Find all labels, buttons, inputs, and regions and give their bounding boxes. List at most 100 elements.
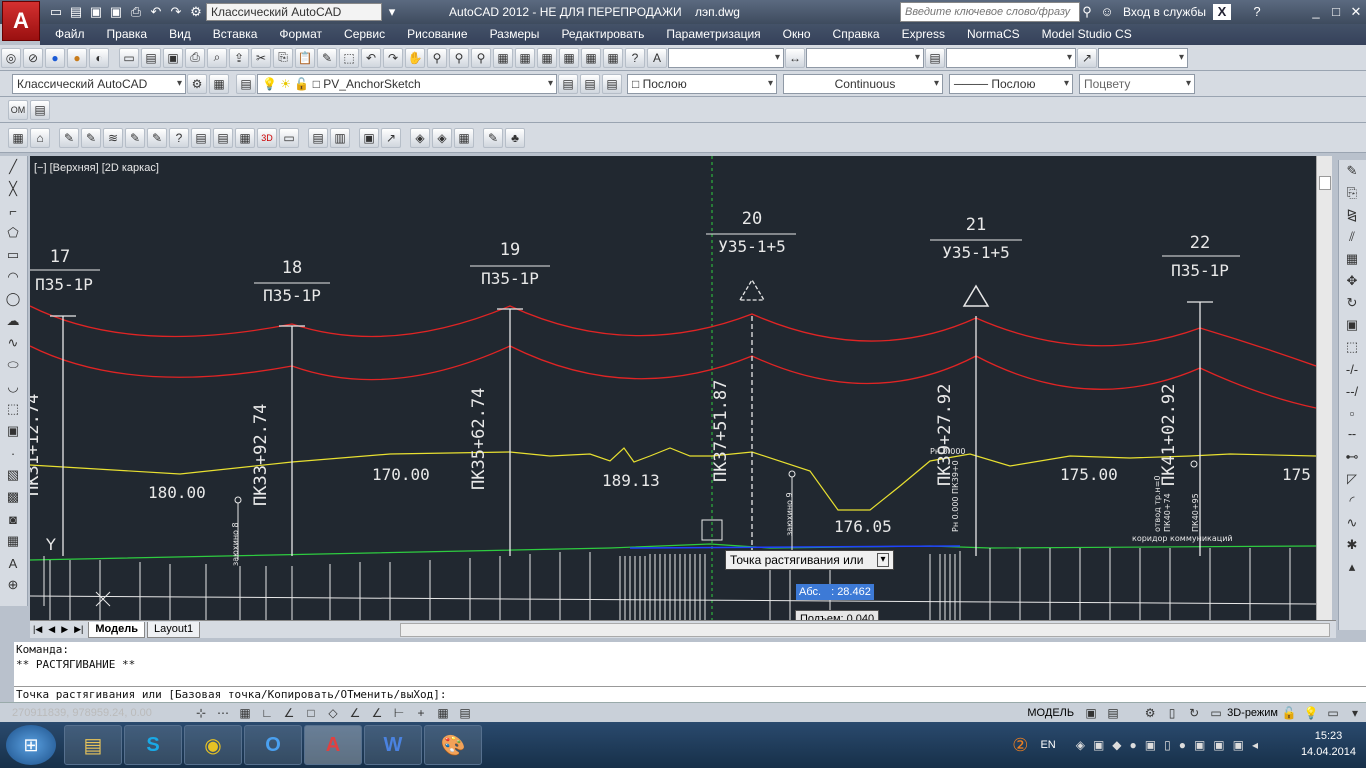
layer-combo[interactable]: 💡 ☀ 🔓 □ PV_AnchorSketch [257, 73, 557, 94]
dim-style-icon[interactable]: ↔ [785, 47, 805, 68]
markup-icon[interactable]: ▦ [581, 47, 601, 68]
extend-icon[interactable]: --/ [1342, 382, 1362, 400]
polygon-icon[interactable]: ⬠ [3, 224, 23, 242]
start-button[interactable]: ⊞ [6, 725, 56, 765]
otrack-icon[interactable]: ∠ [345, 703, 365, 723]
autocad-icon[interactable]: A [304, 725, 362, 765]
menu-file[interactable]: Файл [44, 24, 96, 45]
ms-cubes-icon[interactable]: ◈ [432, 127, 452, 148]
absolute-input[interactable]: Абс. : 28.462 [796, 584, 874, 600]
ms-grid2-icon[interactable]: ▦ [235, 127, 255, 148]
ms-edit-icon[interactable]: ✎ [125, 127, 145, 148]
no-entry-icon[interactable]: ⊘ [23, 47, 43, 68]
ms-profile-icon[interactable]: ✎ [59, 127, 79, 148]
qnew-icon[interactable]: ▭ [119, 47, 139, 68]
menu-help[interactable]: Справка [822, 24, 891, 45]
plot-icon[interactable]: ⎙ [185, 47, 205, 68]
snap-icon[interactable]: ⋯ [213, 703, 233, 723]
dyn-icon[interactable]: ⊢ [389, 703, 409, 723]
quickcalc-icon[interactable]: ▦ [603, 47, 623, 68]
save-as-icon[interactable]: ▣ [107, 4, 125, 20]
tab-next-icon[interactable]: ▶ [61, 624, 68, 635]
viewport-controls[interactable]: [−] [Верхняя] [2D каркас] [34, 162, 159, 174]
text-style-icon[interactable]: A [647, 47, 667, 68]
drawing-canvas[interactable]: 17 18 19 20 21 22 П35-1Р П35-1Р П35-1Р У… [30, 156, 1316, 620]
redo-icon[interactable]: ↷ [167, 4, 185, 20]
array-icon[interactable]: ▦ [1342, 250, 1362, 268]
insert-block-icon[interactable]: ⬚ [3, 400, 23, 418]
workspace-gear-icon[interactable]: ⚙ [187, 4, 205, 20]
mirror-icon[interactable]: ⧎ [1342, 206, 1362, 224]
ms-3d-icon[interactable]: 3D [257, 127, 277, 148]
skype-icon[interactable]: S [124, 725, 182, 765]
grid-icon[interactable]: ▦ [235, 703, 255, 723]
chamfer-icon[interactable]: ◸ [1342, 470, 1362, 488]
layer-previous-icon[interactable]: ▤ [580, 73, 600, 94]
undo-icon[interactable]: ↶ [147, 4, 165, 20]
user-icon[interactable]: ☺ [1098, 4, 1116, 20]
gradient-icon[interactable]: ▩ [3, 488, 23, 506]
region-icon[interactable]: ◙ [3, 510, 23, 528]
fillet-icon[interactable]: ◜ [1342, 492, 1362, 510]
application-menu-button[interactable]: A [2, 1, 40, 41]
sync-icon[interactable]: ↻ [1184, 703, 1204, 723]
outlook-icon[interactable]: O [244, 725, 302, 765]
paste-icon[interactable]: 📋 [295, 47, 315, 68]
tool-palettes-icon[interactable]: ▦ [537, 47, 557, 68]
vertical-scrollbar[interactable] [1316, 156, 1332, 620]
mtext-icon[interactable]: A [3, 554, 23, 572]
pan-icon[interactable]: ✋ [405, 47, 425, 68]
sheet-set-icon[interactable]: ▦ [559, 47, 579, 68]
preview-icon[interactable]: ⌕ [207, 47, 227, 68]
sphere-icon[interactable]: ● [45, 47, 65, 68]
exchange-icon[interactable]: X [1213, 4, 1231, 20]
construction-line-icon[interactable]: ╳ [3, 180, 23, 198]
menu-dimensions[interactable]: Размеры [479, 24, 551, 45]
text-style-combo[interactable] [668, 47, 784, 68]
clock[interactable]: 15:23 14.04.2014 [1301, 728, 1356, 760]
layout2-icon[interactable]: ▤ [1103, 703, 1123, 723]
binoculars-icon[interactable]: ⚲ [1078, 4, 1096, 20]
menu-edit[interactable]: Правка [96, 24, 159, 45]
ms-palette-icon[interactable]: ▦ [454, 127, 474, 148]
ms-layers-icon[interactable]: ≋ [103, 127, 123, 148]
signin-link[interactable]: Вход в службы [1123, 5, 1206, 19]
menu-express[interactable]: Express [891, 24, 956, 45]
cut-icon[interactable]: ✂ [251, 47, 271, 68]
save-toolbar-icon[interactable]: ▣ [163, 47, 183, 68]
menu-normacs[interactable]: NormaCS [956, 24, 1031, 45]
lock-icon[interactable]: ▯ [1162, 703, 1182, 723]
mleader-style-icon[interactable]: ↗ [1077, 47, 1097, 68]
lwt-icon[interactable]: + [411, 703, 431, 723]
ms-wire-icon[interactable]: ✎ [81, 127, 101, 148]
workspace-switch-icon[interactable]: ▦ [209, 73, 229, 94]
menu-format[interactable]: Формат [268, 24, 333, 45]
add-selected-icon[interactable]: ⊕ [3, 576, 23, 594]
undo-toolbar-icon[interactable]: ↶ [361, 47, 381, 68]
menu-view[interactable]: Вид [158, 24, 202, 45]
workspace-combo[interactable]: Классический AutoCAD [12, 73, 186, 94]
menu-model-studio[interactable]: Model Studio CS [1031, 24, 1143, 45]
menu-insert[interactable]: Вставка [202, 24, 269, 45]
render-icon[interactable]: ◐ [89, 47, 109, 68]
menu-window[interactable]: Окно [772, 24, 822, 45]
menu-draw[interactable]: Рисование [396, 24, 478, 45]
polar-icon[interactable]: ∠ [279, 703, 299, 723]
linetype-combo[interactable]: Continuous [783, 73, 943, 94]
tab-first-icon[interactable]: |◀ [33, 624, 42, 635]
tray-icons[interactable]: ◈▣◆●▣▯●▣▣▣◂ [1076, 738, 1266, 752]
join-icon[interactable]: ⊷ [1342, 448, 1362, 466]
break-icon[interactable]: ╌ [1342, 426, 1362, 444]
ms-spec-icon[interactable]: ▤ [213, 127, 233, 148]
shapes-icon[interactable]: ◎ [1, 47, 21, 68]
arc-icon[interactable]: ◠ [3, 268, 23, 286]
3dosnap-icon[interactable]: ◇ [323, 703, 343, 723]
paint-icon[interactable]: 🎨 [424, 725, 482, 765]
chrome-icon[interactable]: ◉ [184, 725, 242, 765]
dim-style-combo[interactable] [806, 47, 924, 68]
plotstyle-combo[interactable]: Поцвету [1079, 73, 1195, 94]
3d-workspace-icon[interactable]: ▭ [1206, 703, 1226, 723]
ellipse-icon[interactable]: ⬭ [3, 356, 23, 374]
maximize-icon[interactable]: □ [1327, 4, 1345, 20]
help-toolbar-icon[interactable]: ? [625, 47, 645, 68]
